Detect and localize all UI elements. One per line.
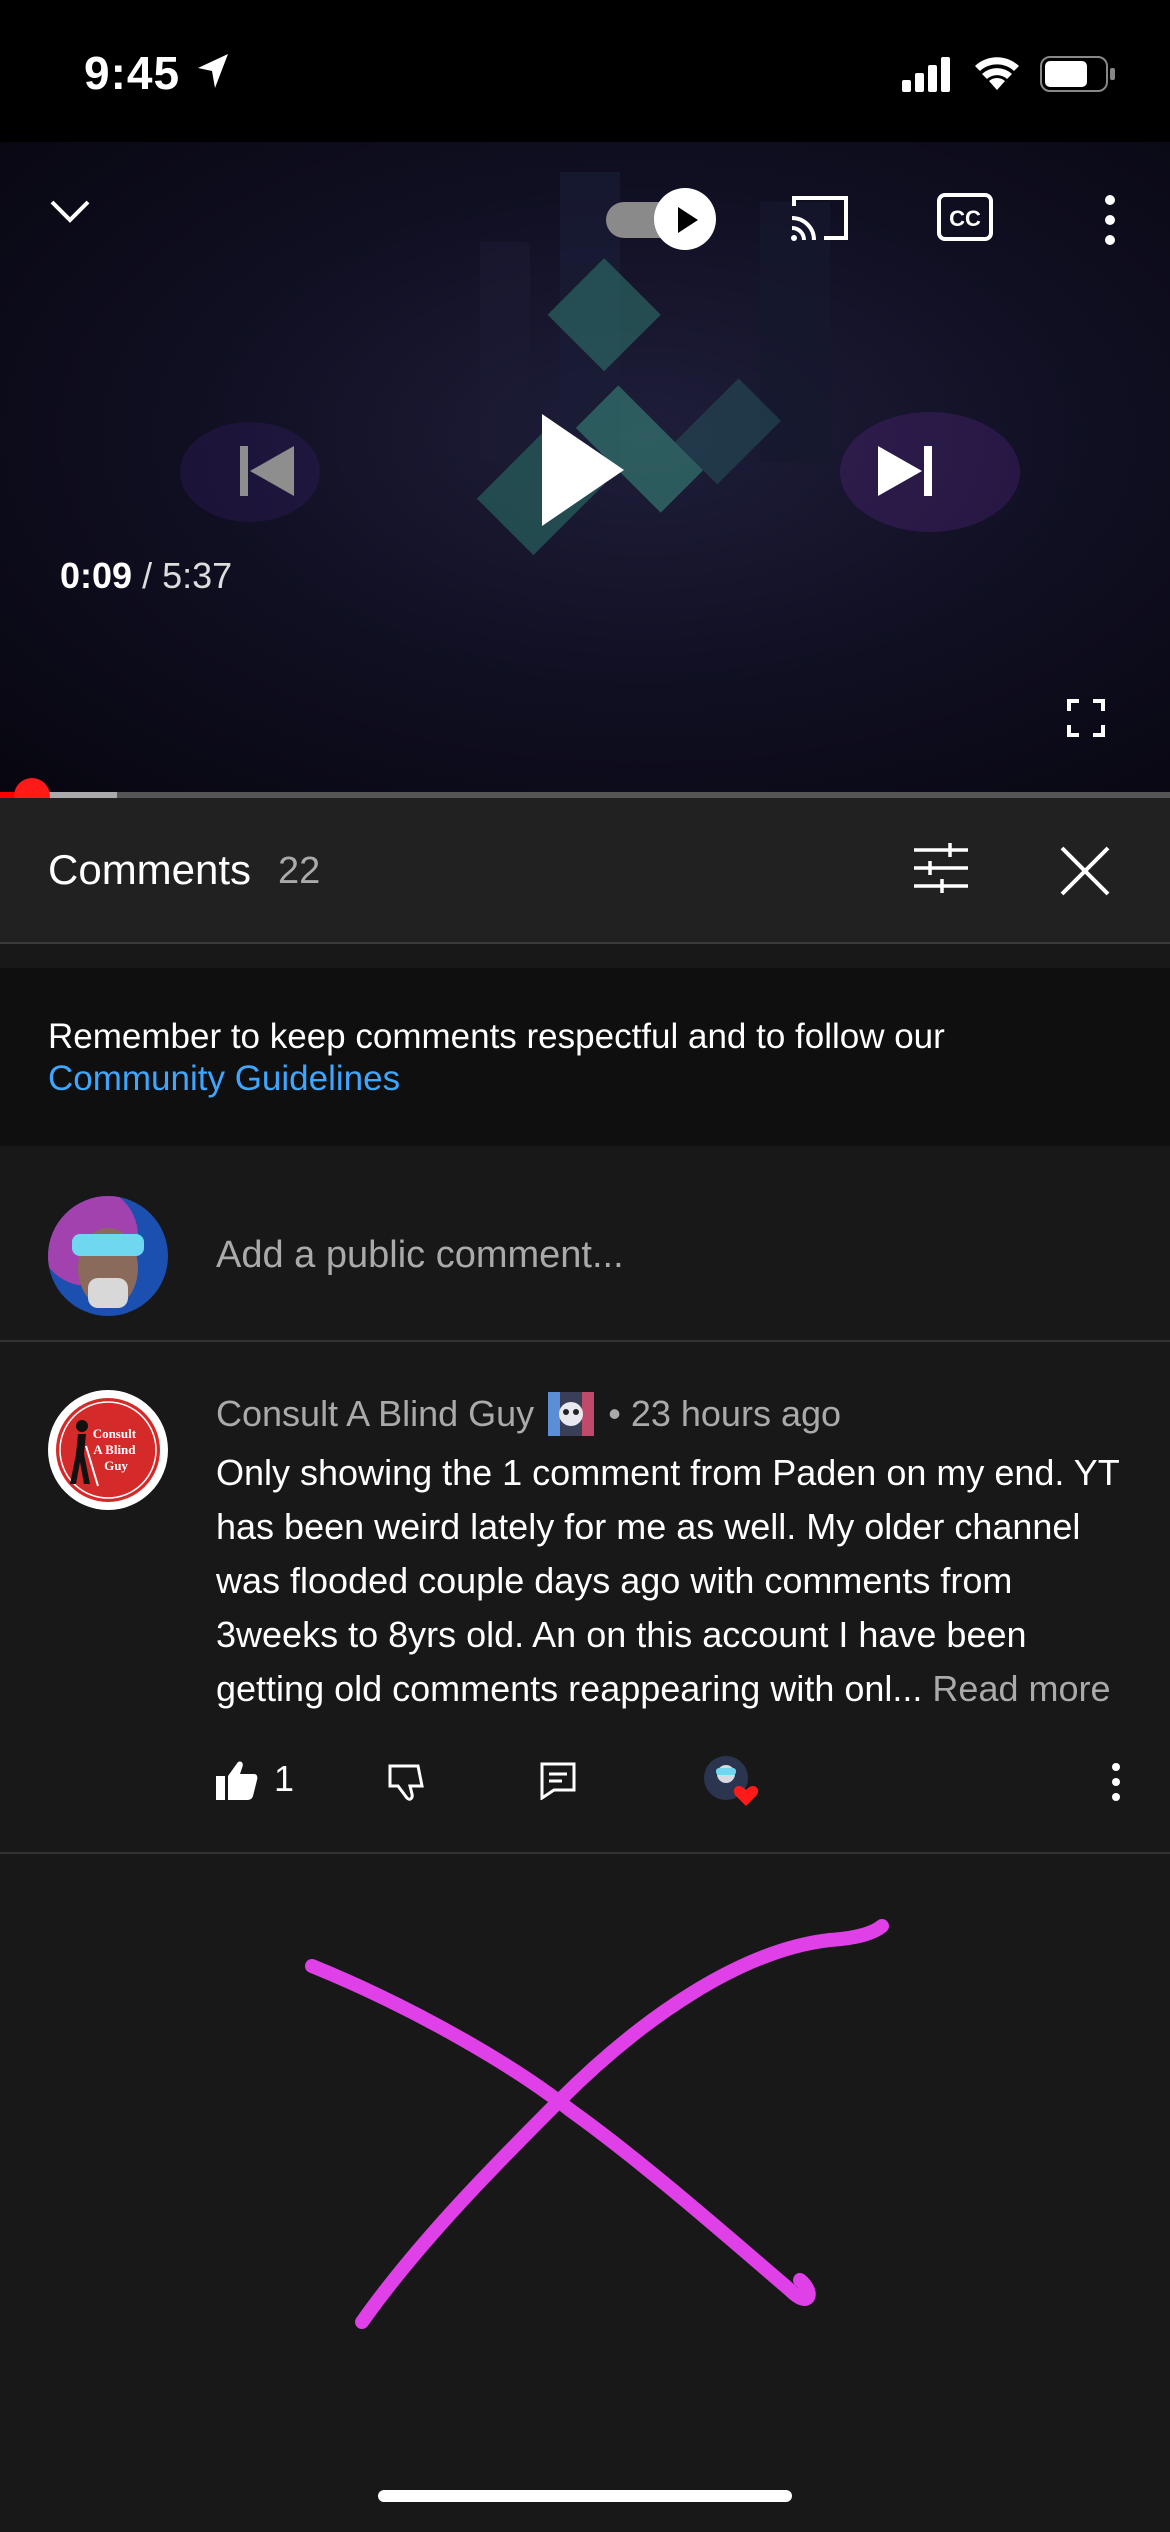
home-indicator[interactable] — [378, 2490, 792, 2502]
svg-text:CC: CC — [949, 206, 981, 231]
status-time: 9:45 — [84, 47, 181, 99]
comments-title: Comments — [48, 846, 252, 893]
avatar-text-line3: Guy — [104, 1458, 128, 1473]
comment-time: 23 hours ago — [630, 1393, 842, 1434]
fullscreen-icon[interactable] — [1066, 698, 1106, 738]
avatar-text-line1: Consult — [93, 1426, 137, 1441]
comment-author[interactable]: Consult A Blind Guy — [216, 1393, 534, 1434]
wifi-icon — [975, 57, 1019, 90]
reply-icon[interactable] — [540, 1762, 576, 1800]
more-vert-icon[interactable] — [1100, 194, 1120, 246]
comment-more-icon[interactable] — [1110, 1762, 1122, 1802]
comment-meta: Consult A Blind Guy • 23 hours ago — [216, 1392, 841, 1436]
cellular-signal-icon — [902, 57, 950, 92]
notice-text: Remember to keep comments respectful and… — [48, 1016, 1128, 1100]
sort-filter-icon[interactable] — [912, 842, 970, 894]
creator-avatar-heart-icon — [704, 1756, 759, 1806]
battery-icon — [1040, 56, 1115, 92]
dislike-icon[interactable] — [388, 1764, 428, 1802]
previous-icon[interactable] — [236, 440, 298, 502]
comment-actions: 1 — [216, 1752, 1136, 1812]
comment-author-avatar[interactable]: Consult A Blind Guy — [48, 1390, 168, 1510]
community-guidelines-link[interactable]: Community Guidelines — [48, 1059, 400, 1098]
autoplay-play-icon — [678, 207, 698, 233]
user-avatar — [48, 1196, 168, 1316]
like-count: 1 — [274, 1758, 295, 1799]
annotation-x-mark — [305, 1919, 889, 2329]
time-separator: / — [132, 555, 163, 596]
comments-count: 22 — [278, 850, 321, 892]
autoplay-toggle[interactable] — [606, 188, 716, 250]
notice-message: Remember to keep comments respectful and… — [48, 1017, 945, 1056]
minimize-chevron-icon[interactable] — [48, 196, 92, 226]
comment-avatar-image: Consult A Blind Guy — [50, 1392, 166, 1508]
captions-icon[interactable]: CC — [936, 192, 994, 242]
member-badge-icon — [548, 1392, 595, 1436]
add-comment-input[interactable]: Add a public comment... — [216, 1234, 624, 1277]
read-more-link[interactable]: Read more — [932, 1668, 1110, 1709]
user-avatar-image — [48, 1196, 168, 1316]
close-icon[interactable] — [1058, 844, 1112, 898]
like-icon[interactable] — [216, 1760, 258, 1800]
cast-icon[interactable] — [788, 192, 852, 244]
avatar-text-line2: A Blind — [93, 1442, 136, 1457]
meta-separator: • — [608, 1393, 621, 1434]
next-icon[interactable] — [874, 440, 936, 502]
video-timecode: 0:09 / 5:37 — [60, 555, 232, 597]
comment-body: Only showing the 1 comment from Paden on… — [216, 1446, 1136, 1716]
current-time: 0:09 — [60, 555, 133, 596]
location-arrow-icon — [198, 54, 228, 88]
duration: 5:37 — [162, 555, 233, 596]
creator-heart — [702, 1754, 759, 1810]
comment-divider — [0, 1852, 1170, 1854]
play-icon[interactable] — [538, 410, 628, 530]
